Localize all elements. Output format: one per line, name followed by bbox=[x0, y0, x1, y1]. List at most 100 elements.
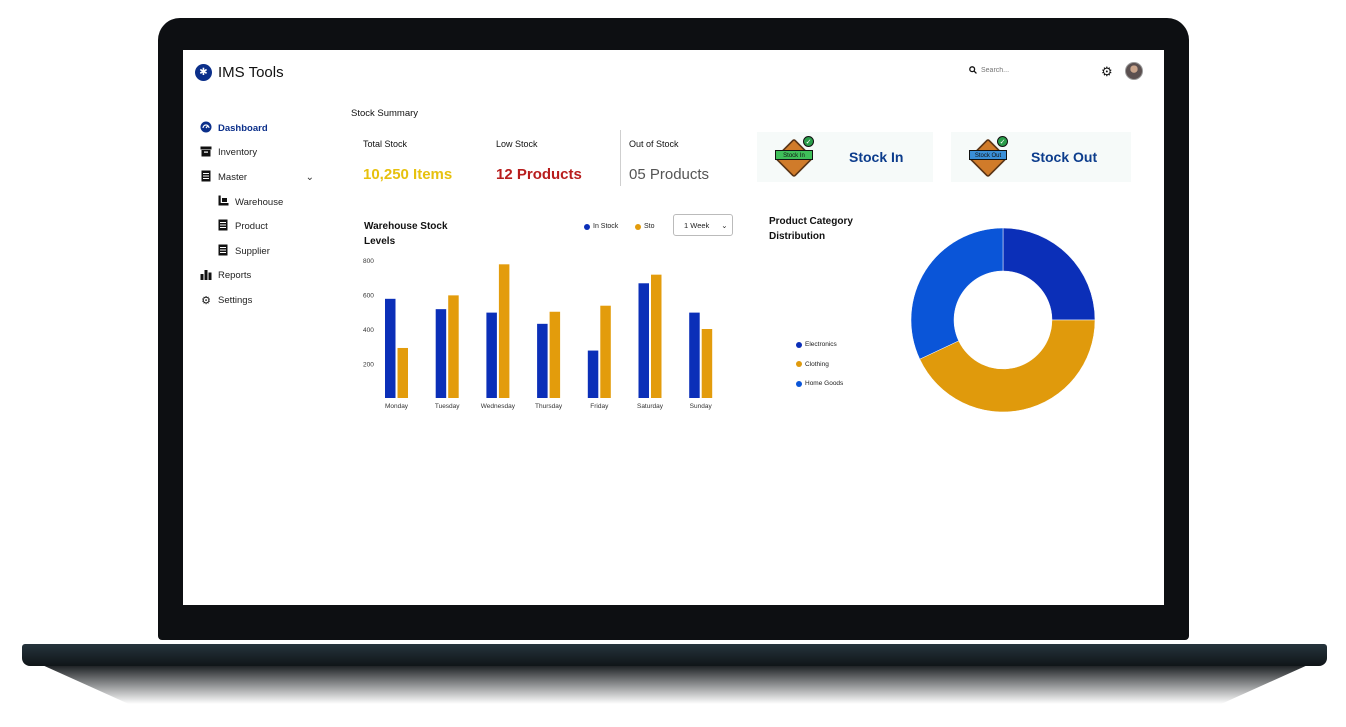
app-logo[interactable]: ✱ IMS Tools bbox=[195, 64, 284, 81]
bar-stock-out bbox=[651, 274, 662, 398]
sidebar-item-reports[interactable]: Reports bbox=[199, 264, 314, 289]
snowflake-logo-icon: ✱ bbox=[195, 64, 212, 81]
bar-in-stock bbox=[486, 312, 497, 398]
x-tick-label: Wednesday bbox=[481, 403, 516, 410]
period-select[interactable]: 1 Week ⌄ bbox=[673, 214, 733, 236]
bar-stock-out bbox=[701, 329, 713, 398]
supplier-icon bbox=[216, 244, 230, 259]
legend-dot bbox=[796, 380, 802, 387]
sidebar-item-label: Product bbox=[235, 221, 268, 233]
inventory-icon bbox=[199, 146, 213, 160]
bar-in-stock bbox=[385, 298, 396, 398]
category-donut-chart bbox=[910, 227, 1096, 413]
warehouse-icon bbox=[216, 195, 230, 209]
sidebar: Dashboard Inventory Master ⌄ Warehouse P… bbox=[199, 116, 314, 313]
settings-icon: ⚙ bbox=[201, 294, 211, 307]
sidebar-item-settings[interactable]: ⚙ Settings bbox=[199, 288, 314, 313]
x-tick-label: Saturday bbox=[637, 403, 664, 410]
legend-label: Electronics bbox=[805, 341, 837, 349]
y-tick-label: 400 bbox=[363, 327, 374, 334]
bar-stock-out bbox=[448, 295, 459, 398]
legend-item: Electronics bbox=[796, 335, 843, 355]
stock-in-box-icon: Stock In ✓ bbox=[774, 136, 814, 178]
app-title: IMS Tools bbox=[218, 64, 284, 81]
laptop-base bbox=[22, 644, 1327, 666]
warehouse-bar-chart: 200 400 600 800 Monday Tuesday Wednesday Thursd… bbox=[363, 258, 713, 410]
y-tick-label: 600 bbox=[363, 293, 374, 300]
sidebar-item-label: Settings bbox=[218, 294, 253, 306]
sidebar-item-label: Warehouse bbox=[235, 196, 284, 208]
bar-in-stock bbox=[689, 312, 700, 398]
sidebar-item-label: Master bbox=[218, 171, 248, 183]
low-stock-card: Low Stock 12 Products bbox=[496, 139, 582, 183]
y-tick-label: 800 bbox=[363, 258, 374, 265]
total-stock-card: Total Stock 10,250 Items bbox=[363, 139, 452, 183]
dashboard-icon bbox=[199, 121, 213, 136]
bar-in-stock bbox=[435, 309, 447, 398]
low-stock-value: 12 Products bbox=[496, 166, 582, 183]
bar-stock-out bbox=[397, 347, 408, 398]
legend-dot bbox=[796, 341, 802, 348]
divider bbox=[620, 130, 621, 186]
search-icon bbox=[969, 66, 977, 74]
legend-item: Clothing bbox=[796, 355, 843, 375]
legend-label: In Stock bbox=[593, 223, 619, 230]
out-of-stock-card: Out of Stock 05 Products bbox=[629, 139, 709, 183]
stock-out-button[interactable]: Stock Out ✓ Stock Out bbox=[951, 132, 1131, 182]
product-icon bbox=[216, 219, 230, 234]
sidebar-item-product[interactable]: Product bbox=[199, 214, 314, 239]
bar-in-stock bbox=[537, 323, 548, 398]
settings-gear-icon[interactable]: ⚙ bbox=[1101, 64, 1113, 80]
stock-out-badge: Stock Out bbox=[969, 150, 1007, 160]
avatar[interactable] bbox=[1125, 62, 1143, 80]
chevron-down-icon[interactable]: ⌄ bbox=[306, 172, 314, 183]
donut-slice-home-goods bbox=[910, 227, 1004, 360]
warehouse-chart-title: Warehouse Stock Levels bbox=[364, 221, 448, 247]
laptop-shadow bbox=[40, 664, 1310, 704]
legend-dot bbox=[796, 361, 802, 368]
sidebar-item-label: Supplier bbox=[235, 245, 270, 257]
stock-out-box-icon: Stock Out ✓ bbox=[968, 136, 1008, 178]
sidebar-item-warehouse[interactable]: Warehouse bbox=[199, 190, 314, 215]
legend-in-stock: In Stock bbox=[584, 223, 618, 230]
bar-stock-out bbox=[600, 305, 611, 398]
legend-dot bbox=[635, 223, 641, 230]
donut-slice-electronics bbox=[1002, 227, 1096, 321]
app-screen: ✱ IMS Tools ⚙ Dashboard Inventory Master… bbox=[183, 50, 1164, 605]
period-value: 1 Week bbox=[684, 220, 710, 230]
legend-label: Sto bbox=[644, 223, 655, 230]
total-stock-value: 10,250 Items bbox=[363, 166, 453, 183]
sidebar-item-inventory[interactable]: Inventory bbox=[199, 141, 314, 166]
reports-icon bbox=[199, 269, 213, 283]
low-stock-label: Low Stock bbox=[496, 139, 538, 149]
search-input[interactable] bbox=[981, 66, 1061, 74]
bar-stock-out bbox=[549, 311, 561, 398]
bar-in-stock bbox=[587, 350, 599, 398]
out-of-stock-label: Out of Stock bbox=[629, 139, 679, 149]
x-tick-label: Monday bbox=[385, 403, 409, 410]
legend-dot bbox=[584, 223, 590, 230]
category-chart-title: Product Category Distribution bbox=[769, 216, 853, 242]
stock-in-badge: Stock In bbox=[775, 150, 813, 160]
laptop-mockup: ✱ IMS Tools ⚙ Dashboard Inventory Master… bbox=[0, 0, 1346, 727]
bar-in-stock bbox=[638, 283, 649, 398]
x-tick-label: Sunday bbox=[690, 403, 713, 410]
sidebar-item-label: Dashboard bbox=[218, 122, 268, 134]
total-stock-label: Total Stock bbox=[363, 139, 408, 149]
sidebar-item-master[interactable]: Master ⌄ bbox=[199, 165, 314, 190]
legend-item: Home Goods bbox=[796, 374, 843, 394]
master-icon bbox=[199, 170, 213, 185]
stock-in-button[interactable]: Stock In ✓ Stock In bbox=[757, 132, 933, 182]
stock-summary-title: Stock Summary bbox=[351, 108, 419, 119]
sidebar-item-label: Reports bbox=[218, 270, 252, 282]
chevron-down-icon: ⌄ bbox=[721, 220, 728, 230]
legend-label: Home Goods bbox=[805, 380, 844, 388]
stock-out-label: Stock Out bbox=[1031, 149, 1098, 165]
sidebar-item-supplier[interactable]: Supplier bbox=[199, 239, 314, 264]
sidebar-item-dashboard[interactable]: Dashboard bbox=[199, 116, 314, 141]
search-bar[interactable] bbox=[969, 66, 1069, 74]
bar-stock-out bbox=[498, 264, 510, 398]
y-tick-label: 200 bbox=[363, 362, 374, 369]
stock-in-label: Stock In bbox=[849, 149, 904, 165]
x-tick-label: Tuesday bbox=[435, 403, 460, 410]
